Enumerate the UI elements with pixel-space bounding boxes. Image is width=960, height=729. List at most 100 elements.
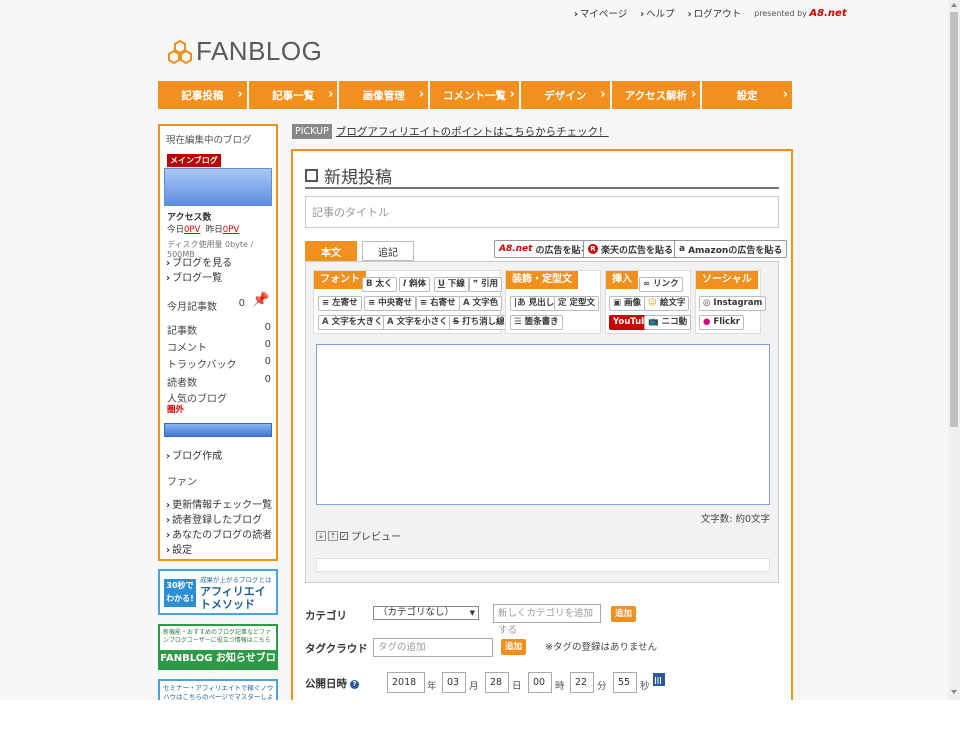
scrollbar-thumb[interactable] — [950, 12, 958, 427]
pickup-link[interactable]: ブログアフィリエイトのポイントはこちらからチェック！ — [336, 124, 609, 139]
tab-body[interactable]: 本文 — [305, 241, 357, 261]
year-unit: 年 — [427, 681, 437, 692]
fan-link-settings[interactable]: 設定 — [166, 541, 192, 556]
emoji-button[interactable]: ☺ 絵文字 — [644, 296, 690, 311]
scroll-up-arrow-icon[interactable] — [951, 3, 957, 7]
banner-small-text: 新機能・おすすめのブログ記事などファンブログユーザーに役立つ情報はこちら — [163, 629, 272, 644]
text-smaller-button[interactable]: A 文字を小さく — [383, 315, 452, 330]
button-label: Instagram — [713, 298, 763, 308]
underline-button[interactable]: U 下線 — [434, 277, 469, 292]
chevron-right-icon: › — [237, 87, 243, 102]
amazon-ad-button[interactable]: a Amazonの広告を貼る — [674, 240, 788, 258]
font-size-up-icon: A — [322, 317, 329, 327]
nav-post[interactable]: 記事投稿 › — [158, 81, 247, 109]
italic-button[interactable]: I 斜体 — [399, 277, 431, 292]
italic-icon: I — [403, 279, 407, 289]
stat-row: 記事数 0 — [167, 322, 271, 337]
view-blog-link[interactable]: ブログを見る — [166, 254, 232, 269]
mypage-link[interactable]: マイページ — [574, 6, 627, 20]
new-category-input[interactable]: 新しくカテゴリを追加する — [493, 604, 601, 636]
today-value[interactable]: 0PV — [184, 225, 200, 235]
flickr-button[interactable]: ● Flickr — [699, 315, 744, 330]
rakuten-icon: R — [588, 244, 598, 254]
image-button[interactable]: ▣ 画像 — [609, 296, 646, 311]
hexagon-logo-icon — [168, 39, 192, 64]
nav-label: 画像管理 — [362, 89, 405, 102]
logout-link[interactable]: ログアウト — [688, 6, 742, 20]
banner-badge: 30秒でわかる! — [164, 579, 196, 607]
scroll-down-arrow-icon[interactable] — [951, 690, 957, 694]
create-blog-link[interactable]: ブログ作成 — [166, 447, 222, 462]
hour-input[interactable]: 00 — [528, 672, 552, 693]
nav-settings[interactable]: 設定 › — [702, 81, 793, 109]
new-post-panel: 新規投稿 記事のタイトル 本文 追記 A8.net の広告を貼る R 楽天の広告を貼… — [291, 149, 793, 700]
collapse-icon[interactable]: ⇡ — [328, 530, 338, 541]
align-right-icon: ≡ — [420, 298, 428, 308]
expand-icon[interactable]: ⇣ — [316, 530, 326, 541]
vertical-scrollbar[interactable] — [948, 0, 960, 700]
chevron-right-icon: › — [418, 87, 425, 102]
niconico-button[interactable]: 📺 ニコ動 — [644, 315, 692, 330]
blog-bar-button[interactable] — [164, 423, 272, 437]
seminar-banner[interactable]: セミナー・アフィリエイトで稼ぐノウハウはこちらのページでマスターしよう! — [158, 679, 278, 700]
align-center-button[interactable]: ≡ 中央寄せ — [364, 296, 417, 311]
tag-input[interactable]: タグの追加 — [373, 638, 493, 657]
preview-checkbox[interactable]: ✓ — [340, 531, 348, 540]
month-input[interactable]: 03 — [442, 672, 466, 693]
article-title-input[interactable]: 記事のタイトル — [305, 196, 779, 228]
year-input[interactable]: 2018 — [387, 672, 425, 693]
nav-design[interactable]: デザイン › — [520, 81, 610, 109]
edit-icon — [305, 169, 318, 182]
stat-label: コメント — [167, 343, 207, 354]
minute-input[interactable]: 22 — [570, 672, 594, 693]
bold-button[interactable]: B 太く — [362, 277, 397, 292]
presented-by-text: presented by — [754, 8, 807, 18]
link-button[interactable]: ∞ リンク — [639, 277, 683, 292]
a8-ad-button[interactable]: A8.net の広告を貼る — [494, 240, 595, 258]
body-textarea[interactable] — [316, 344, 770, 505]
text-color-button[interactable]: A 文字色 — [459, 296, 503, 311]
instagram-button[interactable]: ◎ Instagram — [699, 296, 767, 311]
button-label: 引用 — [481, 279, 499, 289]
minute-unit: 分 — [597, 681, 607, 692]
fan-link-readers[interactable]: あなたのブログの読者 — [166, 526, 272, 541]
button-label: 右寄せ — [430, 298, 456, 308]
yesterday-value[interactable]: 0PV — [223, 225, 239, 235]
nav-image-manage[interactable]: 画像管理 › — [339, 81, 429, 109]
fanblog-news-banner[interactable]: 新機能・おすすめのブログ記事などファンブログユーザーに役立つ情報はこちら FAN… — [158, 624, 278, 682]
help-link[interactable]: ヘルプ — [640, 6, 675, 20]
rakuten-ad-button[interactable]: R 楽天の広告を貼る — [583, 240, 679, 258]
category-select[interactable]: （カテゴリなし） — [373, 606, 479, 620]
fan-heading: ファン — [167, 477, 197, 488]
blog-thumbnail[interactable] — [164, 168, 272, 206]
nav-analytics[interactable]: アクセス解析 › — [611, 81, 701, 109]
nav-article-list[interactable]: 記事一覧 › — [248, 81, 338, 109]
fan-link-updates[interactable]: 更新情報チェック一覧 — [166, 496, 272, 511]
fan-link-subscribed[interactable]: 読者登録したブログ — [166, 511, 262, 526]
align-right-button[interactable]: ≡ 右寄せ — [416, 296, 460, 311]
preview-toggle: ⇣ ⇡ ✓ プレビュー — [316, 528, 401, 543]
nav-comment-list[interactable]: コメント一覧 › — [430, 81, 519, 109]
bullet-list-button[interactable]: ☰ 箇条書き — [510, 315, 563, 330]
add-category-button[interactable]: 追加 — [611, 606, 637, 622]
a8-logo[interactable]: A8.net — [809, 8, 846, 19]
pickup-tag: PICKUP — [292, 124, 332, 139]
affiliate-method-banner[interactable]: 30秒でわかる! 成果が上がるブログとは アフィリエイトメソッド — [158, 569, 278, 615]
strikethrough-button[interactable]: S 打ち消し線 — [449, 315, 509, 330]
quote-button[interactable]: ❞ 引用 — [469, 277, 503, 292]
decoration-toolbar-group: 装飾・定型文 |あ 見出し 定定型文 ☰ 箇条書き — [505, 270, 601, 334]
align-left-button[interactable]: ≡ 左寄せ — [318, 296, 362, 311]
fanblog-logo[interactable]: FANBLOG — [168, 36, 322, 67]
help-icon[interactable]: ? — [350, 679, 359, 689]
calendar-icon[interactable] — [653, 673, 665, 686]
add-tag-button[interactable]: 追加 — [501, 639, 527, 655]
page-title: 新規投稿 — [305, 163, 392, 188]
heading-button[interactable]: |あ 見出し — [510, 296, 559, 311]
tab-extra[interactable]: 追記 — [362, 241, 414, 261]
second-input[interactable]: 55 — [613, 672, 637, 693]
text-bigger-button[interactable]: A 文字を大きく — [318, 315, 387, 330]
blog-list-link[interactable]: ブログ一覧 — [166, 269, 222, 284]
main-nav: 記事投稿 › 記事一覧 › 画像管理 › コメント一覧 › デザイン › アクセス解析 › … — [158, 81, 793, 109]
template-button[interactable]: 定定型文 — [554, 296, 600, 311]
day-input[interactable]: 28 — [485, 672, 509, 693]
